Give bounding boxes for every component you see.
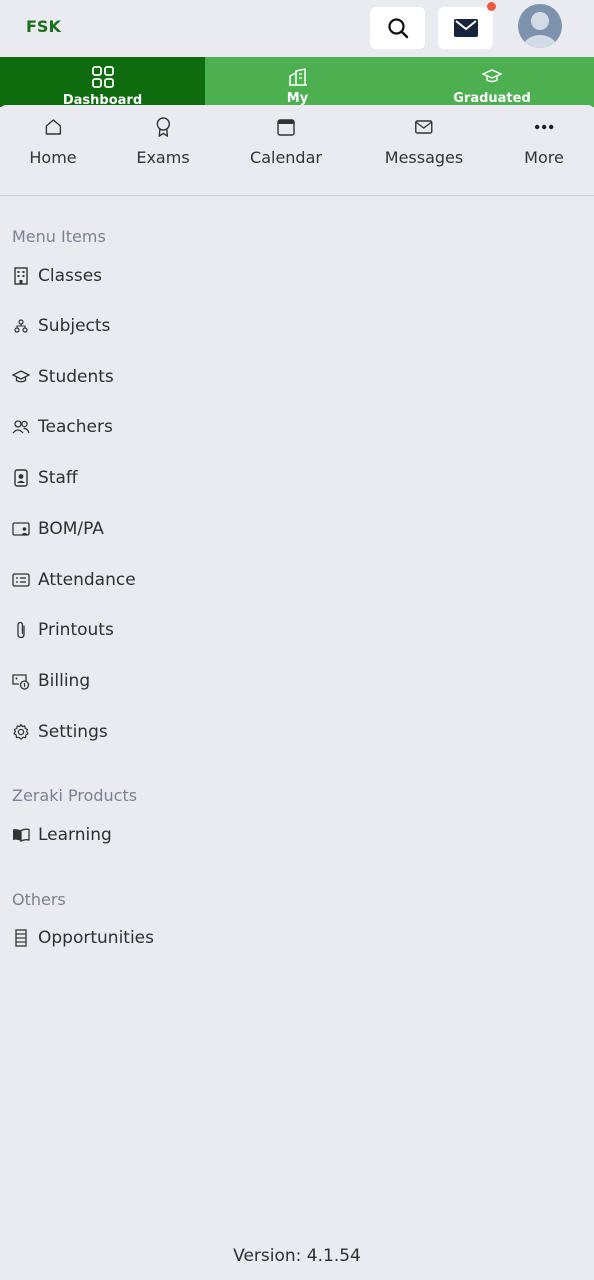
- menu-item-printouts[interactable]: Printouts: [12, 617, 114, 643]
- envelope-icon: [415, 117, 433, 137]
- tab-my[interactable]: My: [205, 57, 390, 107]
- id-badge-icon: [12, 469, 30, 487]
- messages-button[interactable]: [438, 2, 496, 49]
- checklist-icon: [12, 571, 30, 589]
- app-version: Version: 4.1.54: [233, 1246, 361, 1266]
- tab-graduated[interactable]: Graduated: [390, 57, 594, 107]
- graduation-cap-icon: [482, 66, 502, 88]
- menu-item-label: Attendance: [38, 570, 136, 590]
- shortcut-label: More: [524, 148, 564, 167]
- avatar[interactable]: [518, 4, 562, 48]
- calendar-icon: [277, 117, 295, 137]
- tab-label: My: [286, 91, 309, 106]
- book-icon: [12, 826, 30, 844]
- menu-item-attendance[interactable]: Attendance: [12, 567, 136, 593]
- menu-item-learning[interactable]: Learning: [12, 822, 112, 848]
- shortcut-label: Exams: [136, 148, 190, 167]
- menu-item-label: Classes: [38, 266, 103, 286]
- search-icon: [387, 17, 409, 39]
- home-icon: [44, 117, 62, 137]
- menu-item-bom-pa[interactable]: BOM/PA: [12, 516, 104, 542]
- shortcut-exams[interactable]: Exams: [136, 117, 190, 167]
- search-button[interactable]: [370, 7, 425, 49]
- shortcut-calendar[interactable]: Calendar: [250, 117, 322, 167]
- menu-panel: Home Exams Calendar Messages More Menu I…: [0, 105, 594, 1280]
- shortcut-label: Messages: [384, 148, 464, 167]
- shortcut-more[interactable]: More: [524, 117, 564, 167]
- menu-item-opportunities[interactable]: Opportunities: [12, 925, 154, 951]
- mail-icon: [453, 19, 478, 37]
- shortcut-label: Calendar: [250, 148, 322, 167]
- menu-item-billing[interactable]: Billing: [12, 668, 90, 694]
- person-screen-icon: [12, 520, 30, 538]
- menu-item-label: Printouts: [38, 620, 114, 640]
- grid-icon: [91, 66, 114, 88]
- menu-item-teachers[interactable]: Teachers: [12, 414, 113, 440]
- menu-item-staff[interactable]: Staff: [12, 465, 78, 491]
- billing-icon: [12, 672, 30, 690]
- menu-item-label: Learning: [38, 825, 112, 845]
- shortcut-bar: Home Exams Calendar Messages More: [0, 105, 594, 196]
- shortcut-home[interactable]: Home: [29, 117, 77, 167]
- menu-item-settings[interactable]: Settings: [12, 719, 108, 745]
- menu-item-label: Staff: [38, 468, 78, 488]
- menu-item-students[interactable]: Students: [12, 364, 114, 390]
- menu-item-classes[interactable]: Classes: [12, 263, 102, 289]
- menu-item-label: Settings: [38, 722, 108, 742]
- hierarchy-icon: [12, 317, 30, 335]
- gear-icon: [12, 723, 30, 741]
- shortcut-messages[interactable]: Messages: [385, 117, 463, 167]
- section-title-menu-items: Menu Items: [12, 227, 106, 246]
- brand-logo[interactable]: FSK: [26, 17, 61, 36]
- tab-bar: Dashboard My Graduated: [0, 57, 594, 107]
- top-bar: FSK: [0, 0, 594, 57]
- menu-item-label: Subjects: [38, 316, 111, 336]
- menu-item-label: Opportunities: [38, 928, 154, 948]
- graduation-cap-icon: [12, 368, 30, 386]
- menu-item-subjects[interactable]: Subjects: [12, 313, 110, 339]
- section-title-others: Others: [12, 890, 66, 909]
- menu-item-label: Billing: [38, 671, 91, 691]
- tab-dashboard[interactable]: Dashboard: [0, 57, 205, 107]
- building-icon: [12, 267, 30, 285]
- menu-item-label: BOM/PA: [38, 519, 104, 539]
- notification-dot: [487, 2, 496, 11]
- tab-label: Graduated: [453, 91, 531, 106]
- building-icon: [288, 66, 308, 88]
- menu-item-label: Teachers: [38, 417, 113, 437]
- more-icon: [534, 117, 554, 137]
- section-title-zeraki-products: Zeraki Products: [12, 786, 138, 805]
- list-icon: [12, 929, 30, 947]
- shortcut-label: Home: [29, 148, 77, 167]
- paperclip-icon: [12, 621, 30, 639]
- menu-item-label: Students: [38, 367, 114, 387]
- award-icon: [155, 117, 171, 137]
- people-icon: [12, 418, 30, 436]
